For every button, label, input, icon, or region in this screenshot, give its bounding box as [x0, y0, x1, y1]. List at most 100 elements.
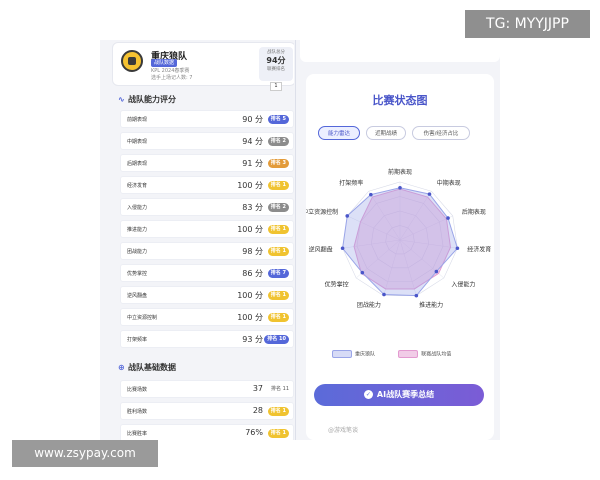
- ability-name: 逆风翻盘: [127, 293, 148, 299]
- ability-row: 推进能力 100 分排名 1: [120, 220, 294, 238]
- ability-rank-badge: 排名 1: [267, 225, 289, 234]
- weibo-watermark: @游戏笔谈: [328, 427, 359, 434]
- ability-rank-badge: 排名 10: [264, 335, 289, 344]
- ability-rank-badge: 排名 3: [267, 159, 289, 168]
- team-tag: 战队数据: [151, 59, 178, 67]
- team-logo-icon: [121, 50, 143, 72]
- radar-axis-label: 逆风翻盘: [309, 246, 333, 254]
- tab-radar[interactable]: 能力雷达: [318, 126, 360, 140]
- team-players: 选手上场记人数: 7: [151, 75, 193, 81]
- right-top-card: [300, 40, 500, 62]
- radar-point: [369, 192, 373, 197]
- ability-score: 83 分: [242, 203, 263, 212]
- ability-name: 后期表现: [127, 161, 148, 167]
- ability-score: 100 分: [237, 181, 263, 190]
- basic-rank-badge: 排名 1: [267, 429, 289, 438]
- score-value: 94分: [266, 56, 286, 65]
- radar-axis-label: 后期表现: [462, 208, 486, 216]
- legend-avg-label: 联赛战队均值: [421, 351, 452, 358]
- basic-name: 比赛胜率: [127, 431, 148, 437]
- trend-icon: ∿: [118, 95, 125, 104]
- ability-rank-badge: 排名 5: [267, 115, 289, 124]
- radar-point: [455, 246, 460, 251]
- radar-point: [340, 246, 345, 251]
- ability-row: 后期表现 91 分排名 3: [120, 154, 294, 172]
- basic-section-title: ⊕ 战队基础数据: [118, 363, 176, 372]
- app-window: 重庆狼队 战队数据 KPL 2024春季赛 选手上场记人数: 7 战队总分 94…: [100, 40, 500, 440]
- radar-axis-label: 团战能力: [357, 301, 381, 309]
- ability-score: 90 分: [242, 115, 263, 124]
- ability-score: 86 分: [242, 269, 263, 278]
- ability-name: 推进能力: [127, 227, 148, 233]
- radar-axis-label: 打架频率: [339, 179, 363, 187]
- ability-name: 前期表现: [127, 117, 148, 123]
- basic-value: 76%: [245, 428, 263, 437]
- left-panel: 重庆狼队 战队数据 KPL 2024春季赛 选手上场记人数: 7 战队总分 94…: [108, 40, 294, 440]
- ability-name: 中立资源控制: [127, 315, 158, 321]
- team-card: 重庆狼队 战队数据 KPL 2024春季赛 选手上场记人数: 7 战队总分 94…: [112, 42, 294, 91]
- radar-point: [434, 269, 439, 274]
- globe-icon: ⊕: [118, 363, 125, 372]
- ability-row: 前期表现 90 分排名 5: [120, 110, 294, 128]
- ability-rank-badge: 排名 1: [267, 181, 289, 190]
- radar-legend: 重庆狼队 联赛战队均值: [332, 350, 482, 360]
- rank-label: 联赛排名: [267, 67, 285, 72]
- basic-rank-badge: 排名 1: [267, 407, 289, 416]
- ability-score: 98 分: [242, 247, 263, 256]
- tg-watermark: TG: MYYJJPP: [465, 10, 590, 38]
- ability-name: 经济发育: [127, 183, 148, 189]
- ability-name: 入侵能力: [127, 205, 148, 211]
- basic-name: 比赛场数: [127, 387, 148, 393]
- ability-name: 优势掌控: [127, 271, 148, 277]
- radar-axis-label: 入侵能力: [451, 281, 475, 289]
- tab-recent[interactable]: 近期战绩: [366, 126, 406, 140]
- ability-rank-badge: 排名 1: [267, 313, 289, 322]
- basic-name: 胜利场数: [127, 409, 148, 415]
- radar-axis-label: 前期表现: [388, 168, 412, 176]
- basic-value: 28: [252, 406, 263, 415]
- check-icon: ✓: [363, 390, 373, 399]
- tab-damage-economy[interactable]: 伤害/经济占比: [412, 126, 470, 140]
- ai-summary-button[interactable]: ✓ AI战队赛季总结: [314, 384, 484, 406]
- ability-rank-badge: 排名 2: [267, 137, 289, 146]
- ability-score: 91 分: [242, 159, 263, 168]
- ability-row: 团战能力 98 分排名 1: [120, 242, 294, 260]
- radar-point: [360, 270, 365, 275]
- ability-row: 优势掌控 86 分排名 7: [120, 264, 294, 282]
- ability-name: 打架频率: [127, 337, 148, 343]
- ability-row: 中期表现 94 分排名 2: [120, 132, 294, 150]
- basic-value: 37: [252, 384, 263, 393]
- status-tabs: 能力雷达 近期战绩 伤害/经济占比: [318, 126, 488, 140]
- rank-value: 1: [270, 82, 282, 91]
- radar-axis-label: 优势掌控: [325, 281, 349, 289]
- radar-point: [414, 293, 419, 298]
- ability-rank-badge: 排名 2: [267, 203, 289, 212]
- radar-point: [427, 192, 432, 196]
- panel-divider: [295, 40, 296, 440]
- radar-axis-label: 中立资源控制: [306, 208, 338, 216]
- ability-score: 94 分: [242, 137, 263, 146]
- radar-point: [382, 292, 386, 297]
- basic-row: 比赛胜率 76% 排名 1: [120, 424, 294, 440]
- ability-score: 93 分: [242, 335, 263, 344]
- radar-axis-label: 中期表现: [437, 179, 461, 187]
- legend-avg-swatch: [398, 350, 419, 358]
- basic-row: 胜利场数 28 排名 1: [120, 402, 294, 420]
- radar-axis-label: 推进能力: [419, 301, 443, 309]
- ability-name: 团战能力: [127, 249, 148, 255]
- ability-rank-badge: 排名 7: [267, 269, 289, 278]
- team-season: KPL 2024春季赛: [151, 68, 190, 74]
- radar-series-team: [342, 187, 458, 297]
- ability-rank-badge: 排名 1: [267, 247, 289, 256]
- status-card: 比赛状态图 能力雷达 近期战绩 伤害/经济占比 前期表现 中期表现 后期表现 经济发育…: [306, 74, 494, 440]
- ability-score: 100 分: [237, 291, 263, 300]
- basic-row: 比赛场数 37 排名 11: [120, 380, 294, 398]
- ability-rank-badge: 排名 1: [267, 291, 289, 300]
- basic-rank: 排名 11: [271, 386, 289, 392]
- ability-row: 逆风翻盘 100 分排名 1: [120, 286, 294, 304]
- url-watermark: www.zsypay.com: [12, 440, 158, 467]
- legend-team-label: 重庆狼队: [355, 351, 376, 358]
- status-title: 比赛状态图: [372, 94, 428, 107]
- radar-chart: 前期表现中期表现后期表现经济发育入侵能力推进能力 团战能力 优势掌控 逆风翻盘 中立资源…: [306, 168, 491, 309]
- ability-name: 中期表现: [127, 139, 148, 145]
